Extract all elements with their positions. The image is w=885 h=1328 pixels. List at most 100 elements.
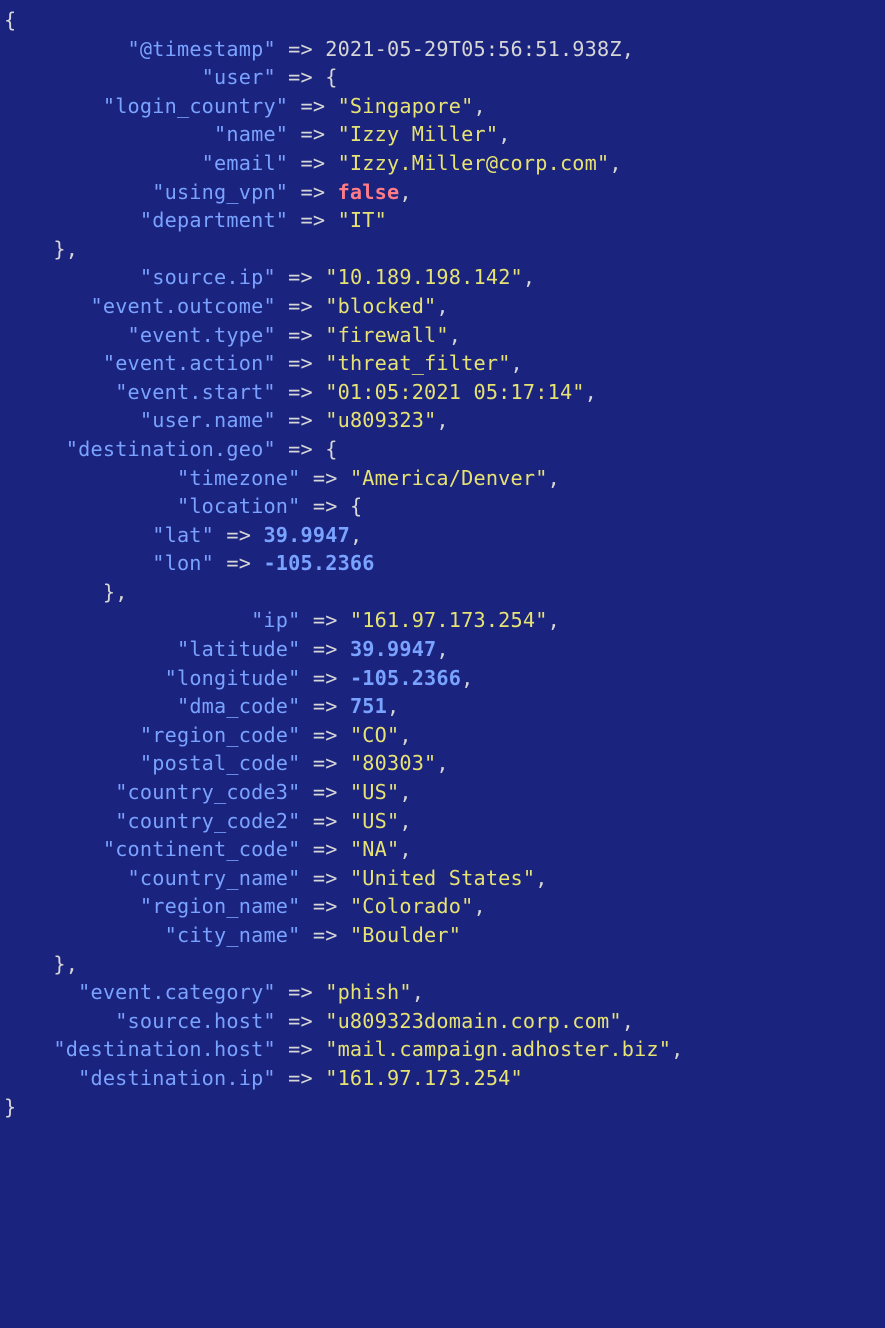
arrow: => [276,1066,325,1090]
comma: , [498,122,510,146]
key-user-name: "user.name" [140,408,276,432]
arrow: => [276,1037,325,1061]
key-city-name: "city_name" [165,923,301,947]
key-using-vpn: "using_vpn" [152,180,288,204]
key-destination-geo: "destination.geo" [66,437,276,461]
key-ip: "ip" [251,608,300,632]
value-country-code3: "US" [350,780,399,804]
value-city-name: "Boulder" [350,923,461,947]
key-dma-code: "dma_code" [177,694,301,718]
value-timestamp: 2021-05-29T05:56:51.938Z [325,37,622,61]
comma: , [461,666,473,690]
comma: , [622,1009,634,1033]
arrow: => [276,265,325,289]
key-event-outcome: "event.outcome" [90,294,275,318]
arrow: => [276,65,325,89]
value-destination-ip: "161.97.173.254" [325,1066,523,1090]
comma: , [609,151,621,175]
log-output: { "@timestamp" => 2021-05-29T05:56:51.93… [0,0,885,1127]
comma: , [399,180,411,204]
arrow: => [301,780,350,804]
value-using-vpn: false [338,180,400,204]
key-timestamp: "@timestamp" [128,37,276,61]
arrow: => [301,494,350,518]
brace-open: { [4,8,16,32]
key-latitude: "latitude" [177,637,301,661]
comma: , [399,780,411,804]
value-event-start: "01:05:2021 05:17:14" [325,380,584,404]
arrow: => [301,466,350,490]
comma: , [671,1037,683,1061]
value-event-outcome: "blocked" [325,294,436,318]
key-region-name: "region_name" [140,894,301,918]
key-postal-code: "postal_code" [140,751,301,775]
arrow: => [301,666,350,690]
comma: , [436,408,448,432]
comma: , [473,94,485,118]
key-country-name: "country_name" [128,866,301,890]
comma: , [511,351,523,375]
value-dma-code: 751 [350,694,387,718]
arrow: => [301,866,350,890]
arrow: => [301,809,350,833]
arrow: => [276,37,325,61]
value-region-code: "CO" [350,723,399,747]
comma: , [436,751,448,775]
arrow: => [288,94,337,118]
key-country-code3: "country_code3" [115,780,300,804]
value-email: "Izzy.Miller@corp.com" [338,151,610,175]
key-department: "department" [140,208,288,232]
value-name: "Izzy Miller" [338,122,499,146]
key-lat: "lat" [152,523,214,547]
value-country-code2: "US" [350,809,399,833]
arrow: => [288,180,337,204]
key-lon: "lon" [152,551,214,575]
key-login-country: "login_country" [103,94,288,118]
arrow: => [288,122,337,146]
key-event-action: "event.action" [103,351,276,375]
arrow: => [276,323,325,347]
key-source-host: "source.host" [115,1009,276,1033]
brace-open: { [350,494,362,518]
arrow: => [301,894,350,918]
key-timezone: "timezone" [177,466,301,490]
arrow: => [214,551,263,575]
arrow: => [276,408,325,432]
arrow: => [288,151,337,175]
value-country-name: "United States" [350,866,535,890]
brace-open: { [325,437,337,461]
key-event-start: "event.start" [115,380,276,404]
value-event-type: "firewall" [325,323,449,347]
value-latitude: 39.9947 [350,637,436,661]
comma: , [449,323,461,347]
key-name: "name" [214,122,288,146]
comma: , [350,523,362,547]
value-lon: -105.2366 [263,551,374,575]
key-region-code: "region_code" [140,723,301,747]
value-lat: 39.9947 [263,523,349,547]
value-region-name: "Colorado" [350,894,474,918]
value-user-name: "u809323" [325,408,436,432]
key-longitude: "longitude" [165,666,301,690]
comma: , [585,380,597,404]
key-event-category: "event.category" [78,980,276,1004]
comma: , [436,294,448,318]
value-event-action: "threat_filter" [325,351,510,375]
arrow: => [276,980,325,1004]
key-location: "location" [177,494,301,518]
value-ip: "161.97.173.254" [350,608,548,632]
value-destination-host: "mail.campaign.adhoster.biz" [325,1037,671,1061]
arrow: => [301,723,350,747]
arrow: => [214,523,263,547]
arrow: => [301,694,350,718]
key-country-code2: "country_code2" [115,809,300,833]
arrow: => [301,751,350,775]
key-user: "user" [202,65,276,89]
comma: , [387,694,399,718]
comma: , [399,837,411,861]
comma: , [548,608,560,632]
arrow: => [276,351,325,375]
arrow: => [301,637,350,661]
value-postal-code: "80303" [350,751,436,775]
arrow: => [288,208,337,232]
